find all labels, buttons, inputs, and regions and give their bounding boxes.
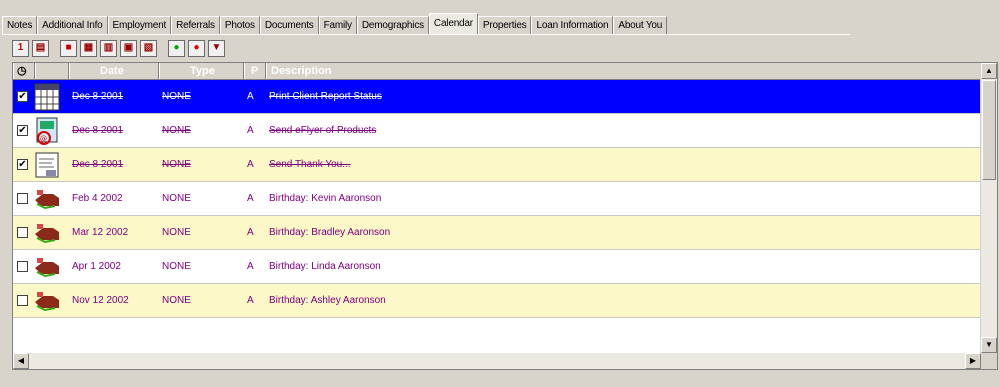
delete-event-button[interactable]: ▥: [100, 39, 117, 57]
column-header-priority[interactable]: P: [244, 63, 266, 79]
birthday-icon: [32, 185, 62, 213]
row-description: Print Client Report Status: [269, 91, 382, 102]
tab-about-you[interactable]: About You: [613, 16, 668, 34]
column-header-description[interactable]: Description: [266, 63, 981, 79]
row-priority: A: [247, 295, 254, 306]
complete-event-button[interactable]: ▣: [120, 39, 137, 57]
table-row[interactable]: Apr 1 2002 NONE A Birthday: Linda Aarons…: [13, 250, 981, 284]
table-row[interactable]: Nov 12 2002 NONE A Birthday: Ashley Aaro…: [13, 284, 981, 318]
tab-referrals[interactable]: Referrals: [171, 16, 220, 34]
birthday-icon: [32, 287, 62, 315]
tab-notes[interactable]: Notes: [2, 16, 38, 34]
calendar-grid-icon: [32, 83, 62, 111]
row-priority: A: [247, 159, 254, 170]
tab-photos[interactable]: Photos: [219, 16, 260, 34]
grid-header: ◷ Date Type P Description: [13, 63, 981, 80]
done-checkbox[interactable]: ✔: [17, 159, 28, 170]
thank-you-icon: [32, 151, 62, 179]
tab-divider: [2, 34, 850, 35]
tab-loan-information[interactable]: Loan Information: [531, 16, 614, 34]
done-checkbox[interactable]: [17, 261, 28, 272]
add-event-button[interactable]: ■: [60, 39, 77, 57]
done-checkbox[interactable]: [17, 227, 28, 238]
tab-employment[interactable]: Employment: [107, 16, 172, 34]
vertical-scrollbar[interactable]: ▲ ▼: [980, 63, 997, 353]
row-date: Dec 8 2001: [72, 125, 124, 136]
clock-icon: ◷: [13, 63, 35, 79]
column-header-type[interactable]: Type: [159, 63, 244, 79]
print-event-button[interactable]: ▧: [140, 39, 157, 57]
row-type: NONE: [162, 159, 191, 170]
row-date: Dec 8 2001: [72, 91, 124, 102]
row-description: Birthday: Linda Aaronson: [269, 261, 381, 272]
tab-properties[interactable]: Properties: [477, 16, 532, 34]
svg-text:@: @: [40, 135, 47, 143]
row-type: NONE: [162, 91, 191, 102]
row-type: NONE: [162, 261, 191, 272]
tab-demographics[interactable]: Demographics: [356, 16, 429, 34]
row-description: Birthday: Bradley Aaronson: [269, 227, 391, 238]
vertical-scroll-thumb[interactable]: [982, 80, 996, 180]
birthday-icon: [32, 253, 62, 281]
table-row[interactable]: Feb 4 2002 NONE A Birthday: Kevin Aarons…: [13, 182, 981, 216]
row-description: Send Thank You...: [269, 159, 351, 170]
row-description: Send eFlyer of Products: [269, 125, 377, 136]
green-flag-button[interactable]: ●: [168, 39, 185, 57]
red-flag-button[interactable]: ●: [188, 39, 205, 57]
scroll-up-icon[interactable]: ▲: [981, 63, 997, 79]
row-priority: A: [247, 193, 254, 204]
row-description: Birthday: Kevin Aaronson: [269, 193, 382, 204]
tab-additional-info[interactable]: Additional Info: [37, 16, 108, 34]
header-icon-col: [35, 63, 69, 79]
done-checkbox[interactable]: [17, 193, 28, 204]
done-checkbox[interactable]: [17, 295, 28, 306]
birthday-icon: [32, 219, 62, 247]
row-priority: A: [247, 91, 254, 102]
list-view-button[interactable]: ▤: [32, 39, 49, 57]
row-date: Apr 1 2002: [72, 261, 121, 272]
row-priority: A: [247, 261, 254, 272]
table-row[interactable]: ✔ Dec 8 2001 NONE A Print Client Report …: [13, 80, 981, 114]
done-checkbox[interactable]: ✔: [17, 125, 28, 136]
row-date: Nov 12 2002: [72, 295, 129, 306]
grid-rows: ✔ Dec 8 2001 NONE A Print Client Report …: [13, 80, 981, 318]
row-type: NONE: [162, 193, 191, 204]
tab-documents[interactable]: Documents: [259, 16, 319, 34]
new-date-button[interactable]: 1: [12, 39, 29, 57]
table-row[interactable]: Mar 12 2002 NONE A Birthday: Bradley Aar…: [13, 216, 981, 250]
horizontal-scrollbar[interactable]: ◀ ▶: [13, 353, 981, 369]
row-type: NONE: [162, 125, 191, 136]
table-row[interactable]: ✔ Dec 8 2001 NONE A Send Thank You...: [13, 148, 981, 182]
scroll-right-icon[interactable]: ▶: [965, 353, 981, 369]
scroll-left-icon[interactable]: ◀: [13, 353, 29, 369]
tab-calendar[interactable]: Calendar: [428, 13, 478, 35]
row-type: NONE: [162, 295, 191, 306]
row-priority: A: [247, 125, 254, 136]
row-date: Dec 8 2001: [72, 159, 124, 170]
scroll-down-icon[interactable]: ▼: [981, 337, 997, 353]
row-priority: A: [247, 227, 254, 238]
filter-button[interactable]: ▼: [208, 39, 225, 57]
scroll-corner: [981, 353, 997, 369]
row-description: Birthday: Ashley Aaronson: [269, 295, 386, 306]
column-header-date[interactable]: Date: [69, 63, 159, 79]
table-row[interactable]: ✔ @ Dec 8 2001 NONE A Send eFlyer of Pro…: [13, 114, 981, 148]
row-date: Mar 12 2002: [72, 227, 129, 238]
calendar-toolbar: 1 ▤ ■ ▦ ▥ ▣ ▧ ● ● ▼: [12, 38, 225, 58]
row-date: Feb 4 2002: [72, 193, 123, 204]
flyer-icon: @: [32, 117, 62, 145]
tab-bar: Notes Additional Info Employment Referra…: [2, 12, 668, 35]
row-type: NONE: [162, 227, 191, 238]
tab-family[interactable]: Family: [318, 16, 357, 34]
calendar-grid: ◷ Date Type P Description ✔ Dec 8 2001 N…: [12, 62, 998, 370]
done-checkbox[interactable]: ✔: [17, 91, 28, 102]
edit-event-button[interactable]: ▦: [80, 39, 97, 57]
